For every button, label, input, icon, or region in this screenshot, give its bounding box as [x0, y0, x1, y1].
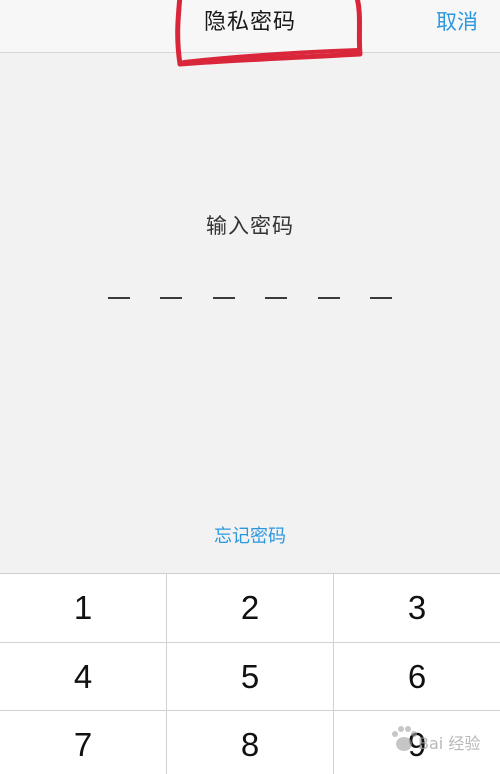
- key-6[interactable]: 6: [334, 643, 500, 711]
- key-3[interactable]: 3: [334, 574, 500, 642]
- cancel-button[interactable]: 取消: [436, 6, 478, 36]
- key-5[interactable]: 5: [167, 643, 333, 711]
- forgot-password-link[interactable]: 忘记密码: [0, 522, 500, 548]
- key-7[interactable]: 7: [0, 711, 166, 774]
- pin-entry-field[interactable]: [108, 297, 392, 299]
- privacy-password-screen: 隐私密码 取消 输入密码 忘记密码 1 2 3 4 5 6 7 8 9 Bai …: [0, 0, 500, 774]
- key-1[interactable]: 1: [0, 574, 166, 642]
- pin-slot: [160, 297, 182, 299]
- page-title: 隐私密码: [203, 10, 296, 35]
- key-2[interactable]: 2: [167, 574, 333, 642]
- pin-slot: [213, 297, 235, 299]
- enter-password-prompt: 输入密码: [206, 214, 294, 238]
- pin-slot: [370, 297, 392, 299]
- pin-slot: [265, 297, 287, 299]
- key-4[interactable]: 4: [0, 643, 166, 711]
- pin-slot: [318, 297, 340, 299]
- navigation-bar: 隐私密码 取消: [0, 0, 500, 53]
- key-8[interactable]: 8: [167, 711, 333, 774]
- pin-slot: [108, 297, 130, 299]
- numeric-keypad: 1 2 3 4 5 6 7 8 9: [0, 573, 500, 774]
- key-9[interactable]: 9: [334, 711, 500, 774]
